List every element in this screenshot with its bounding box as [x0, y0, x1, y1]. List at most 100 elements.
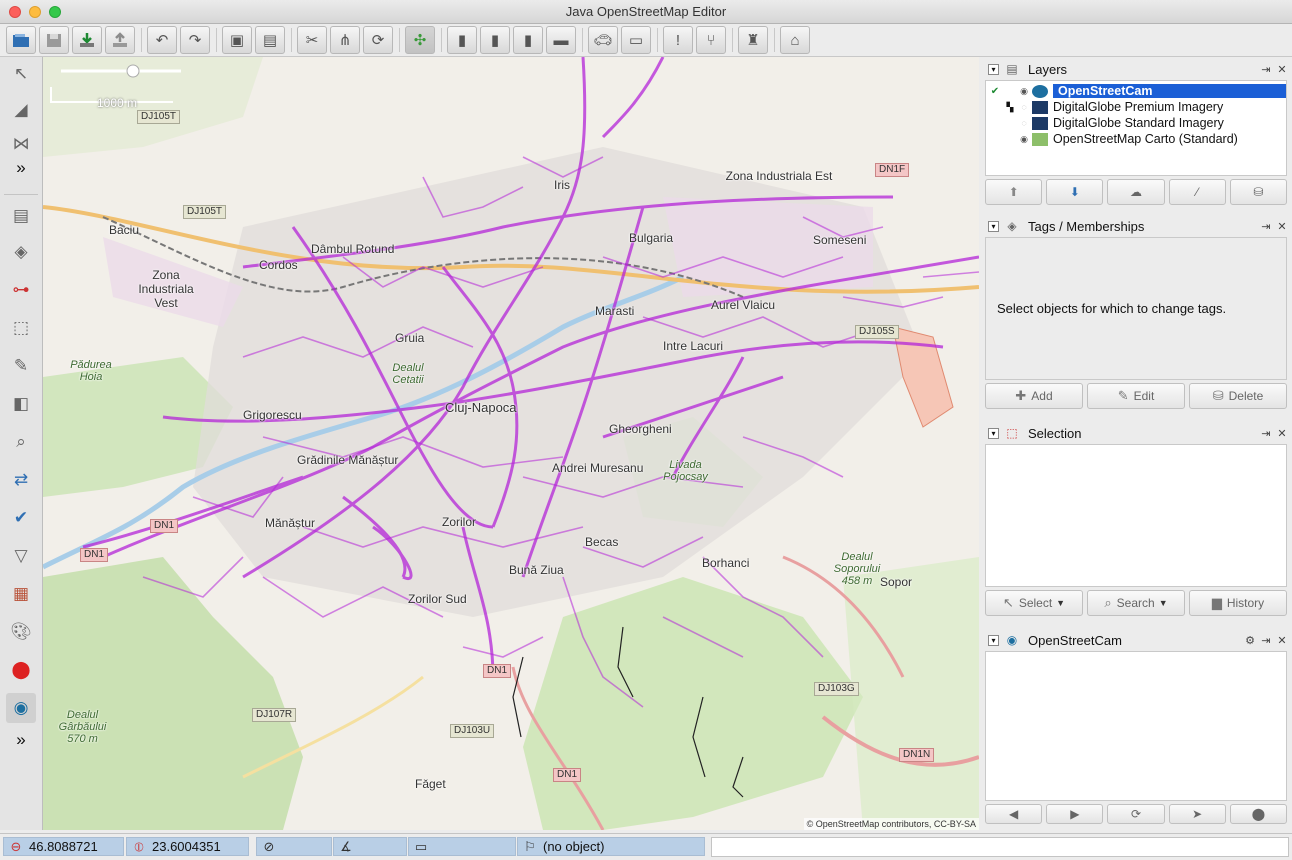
tags-toggle[interactable]: ◈: [6, 237, 36, 267]
map-view[interactable]: 1000 m Baciu Zona Industriala Vest Cordo…: [43, 57, 979, 830]
validate-button[interactable]: ✣: [405, 26, 435, 54]
layers-toggle[interactable]: ▤: [6, 201, 36, 231]
building-2-button[interactable]: ▮: [480, 26, 510, 54]
visibility-eye-icon[interactable]: ◉: [1016, 86, 1032, 97]
close-icon[interactable]: ✕: [1277, 634, 1287, 647]
building-4-button[interactable]: ▬: [546, 26, 576, 54]
previous-photo-button[interactable]: ◀: [985, 804, 1043, 824]
industrial-button[interactable]: ⌂: [780, 26, 810, 54]
style-toggle[interactable]: 🎨︎: [6, 617, 36, 647]
detach-icon[interactable]: ⇥: [1261, 63, 1271, 76]
place-label: Zorilor Sud: [408, 592, 467, 606]
map-attribution[interactable]: © OpenStreetMap contributors, CC-BY-SA: [803, 818, 979, 830]
select-tool[interactable]: ↖: [6, 59, 36, 89]
castle-button[interactable]: ♜: [738, 26, 768, 54]
place-label: Zona Industriala Est: [725, 169, 833, 183]
search-button[interactable]: ⌕ Search ▼: [1087, 590, 1185, 616]
history-toggle[interactable]: ◧: [6, 389, 36, 419]
conflict-toggle[interactable]: ⇄: [6, 465, 36, 495]
select-button[interactable]: ↖ Select ▼: [985, 590, 1083, 616]
close-window-button[interactable]: [9, 6, 21, 18]
close-icon[interactable]: ✕: [1277, 427, 1287, 440]
selection-title: Selection: [1028, 425, 1082, 441]
close-icon[interactable]: ✕: [1277, 63, 1287, 76]
angle-field: ∡: [333, 837, 407, 856]
merge-button[interactable]: ☁: [1107, 179, 1165, 205]
warning-button[interactable]: !: [663, 26, 693, 54]
visibility-eye-icon[interactable]: ◌: [1016, 118, 1032, 128]
building-3-button[interactable]: ▮: [513, 26, 543, 54]
locate-button[interactable]: ➤: [1168, 804, 1226, 824]
openstreetcam-dialog-header[interactable]: ▾ ◉ OpenStreetCam ⚙ ⇥ ✕: [985, 629, 1287, 651]
more-dialogs-button[interactable]: »: [6, 725, 36, 755]
history-button[interactable]: ▆ History: [1189, 590, 1287, 616]
settings-icon[interactable]: ⚙: [1245, 634, 1255, 647]
notes-toggle[interactable]: ⬤: [6, 655, 36, 685]
collapse-icon[interactable]: ▾: [988, 63, 999, 75]
road-shield: DN1: [80, 548, 109, 562]
edit-toggle[interactable]: ✎: [6, 351, 36, 381]
move-down-button[interactable]: ⬇: [1046, 179, 1104, 205]
validation-toggle[interactable]: ✔: [6, 503, 36, 533]
search-toggle[interactable]: ⌕: [6, 427, 36, 457]
edit-icon: ✎: [1117, 388, 1129, 403]
collapse-icon[interactable]: ▾: [988, 220, 999, 232]
active-layer-icon[interactable]: ✔: [986, 86, 1004, 97]
layer-row[interactable]: ◌ DigitalGlobe Standard Imagery: [986, 115, 1286, 131]
save-button[interactable]: [39, 26, 69, 54]
place-label: Cordos: [259, 258, 298, 272]
relations-toggle[interactable]: ⊶: [6, 275, 36, 305]
collapse-icon[interactable]: ▾: [988, 427, 999, 439]
selection-toggle[interactable]: ⬚: [6, 313, 36, 343]
layer-row[interactable]: ◉ OpenStreetMap Carto (Standard): [986, 131, 1286, 147]
refresh-button[interactable]: ⟳: [363, 26, 393, 54]
layers-buttons: ⬆ ⬇ ☁ ⁄ ⛁: [985, 179, 1288, 205]
selection-dialog-header[interactable]: ▾ ⬚ Selection ⇥ ✕: [985, 422, 1287, 444]
zoom-window-button[interactable]: [49, 6, 61, 18]
duplicate-button[interactable]: ⁄: [1168, 179, 1226, 205]
visibility-eye-icon[interactable]: ◌: [1016, 102, 1032, 112]
building-1-button[interactable]: ▮: [447, 26, 477, 54]
presets-toggle[interactable]: ▦: [6, 579, 36, 609]
visibility-eye-icon[interactable]: ◉: [1016, 134, 1032, 145]
reload-button[interactable]: ⟳: [1107, 804, 1165, 824]
delete-layer-button[interactable]: ⛁: [1229, 179, 1288, 205]
openstreetcam-toggle[interactable]: ◉: [6, 693, 36, 723]
tags-dialog-header[interactable]: ▾ ◈ Tags / Memberships ⇥ ✕: [985, 215, 1287, 237]
split-way-button[interactable]: ✂: [297, 26, 327, 54]
restaurant-button[interactable]: ⑂: [696, 26, 726, 54]
selection-list[interactable]: [985, 444, 1287, 587]
add-tag-button[interactable]: ✚ Add: [985, 383, 1083, 409]
record-button[interactable]: ⬤: [1229, 804, 1288, 824]
layers-title: Layers: [1028, 61, 1068, 77]
detach-icon[interactable]: ⇥: [1261, 220, 1271, 233]
detach-icon[interactable]: ⇥: [1261, 634, 1271, 647]
filter-toggle[interactable]: ▽: [6, 541, 36, 571]
car-button[interactable]: 🚗︎: [588, 26, 618, 54]
place-label: Someseni: [813, 233, 867, 247]
combine-way-button[interactable]: ⋔: [330, 26, 360, 54]
upload-button[interactable]: [105, 26, 135, 54]
undo-button[interactable]: ↶: [147, 26, 177, 54]
preferences-button[interactable]: ▣: [222, 26, 252, 54]
map-pin-icon: ⬤: [11, 660, 31, 679]
draw-tool[interactable]: ◢: [6, 95, 36, 125]
delete-tag-button[interactable]: ⛁ Delete: [1189, 383, 1287, 409]
next-photo-button[interactable]: ▶: [1046, 804, 1104, 824]
redo-button[interactable]: ↷: [180, 26, 210, 54]
edit-tag-button[interactable]: ✎ Edit: [1087, 383, 1185, 409]
layer-row[interactable]: ✔ ◉ OpenStreetCam: [986, 83, 1286, 99]
layer-row[interactable]: ▚ ◌ DigitalGlobe Premium Imagery: [986, 99, 1286, 115]
detach-icon[interactable]: ⇥: [1261, 427, 1271, 440]
move-up-button[interactable]: ⬆: [985, 179, 1043, 205]
layers-button[interactable]: ▤: [255, 26, 285, 54]
download-button[interactable]: [72, 26, 102, 54]
collapse-icon[interactable]: ▾: [988, 634, 999, 646]
more-tools-button[interactable]: »: [6, 153, 36, 183]
openstreetcam-photo-view[interactable]: [985, 651, 1287, 801]
open-file-button[interactable]: [6, 26, 36, 54]
close-icon[interactable]: ✕: [1277, 220, 1287, 233]
bus-button[interactable]: ▭: [621, 26, 651, 54]
layers-dialog-header[interactable]: ▾ ▤ Layers ⇥ ✕: [985, 58, 1287, 80]
minimize-window-button[interactable]: [29, 6, 41, 18]
